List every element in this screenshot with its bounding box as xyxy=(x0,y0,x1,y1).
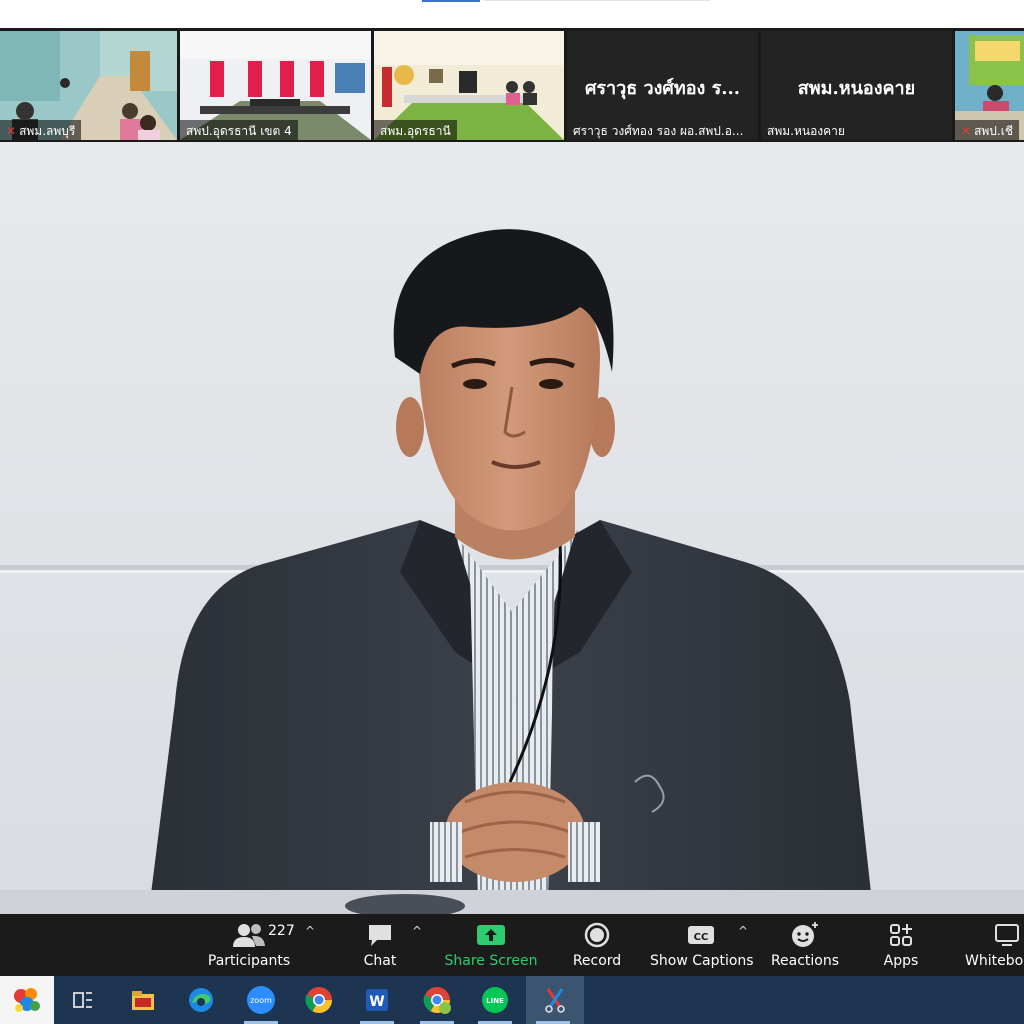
participant-name-tag: สพม.อุดรธานี xyxy=(374,120,457,140)
gallery-thumbnail-strip: ✕ สพม.ลพบุรี สพป.อุดรธานี เขต 4 สพม.อุดร… xyxy=(0,28,1024,142)
thumbnail-participant-2[interactable]: สพป.อุดรธานี เขต 4 xyxy=(180,31,371,140)
edge-button[interactable] xyxy=(174,976,228,1024)
active-speaker-video xyxy=(0,142,1024,914)
tab-divider xyxy=(484,0,710,1)
participants-label: Participants xyxy=(207,953,291,969)
show-captions-label: Show Captions xyxy=(650,953,754,969)
mic-muted-icon: ✕ xyxy=(961,124,972,138)
whiteboard-button[interactable]: Whiteboa xyxy=(962,920,1024,974)
record-label: Record xyxy=(572,953,622,969)
reactions-label: Reactions xyxy=(770,953,840,969)
meeting-toolbar: Participants 227 ^ Chat ^ Share Screen R… xyxy=(0,914,1024,976)
word-icon: W xyxy=(366,989,388,1011)
chrome-profile-button[interactable] xyxy=(410,976,464,1024)
reactions-icon xyxy=(792,922,818,947)
apps-label: Apps xyxy=(883,953,919,969)
task-view-button[interactable] xyxy=(56,976,110,1024)
file-explorer-button[interactable] xyxy=(116,976,170,1024)
chrome-button[interactable] xyxy=(292,976,346,1024)
start-logo-icon xyxy=(14,988,40,1012)
file-explorer-icon xyxy=(132,991,154,1010)
chat-label: Chat xyxy=(363,953,397,969)
edge-icon xyxy=(189,988,213,1012)
active-tab-indicator xyxy=(422,0,480,2)
chat-icon xyxy=(369,925,391,946)
whiteboard-label: Whiteboa xyxy=(965,953,1024,969)
participant-name-tag: ✕ สพป.เชี xyxy=(955,120,1019,140)
participant-name-tag: ✕ สพม.ลพบุรี xyxy=(0,120,82,140)
apps-button[interactable]: Apps xyxy=(878,920,924,974)
windows-taskbar: zoom W LINE xyxy=(0,976,1024,1024)
task-view-icon xyxy=(73,992,92,1008)
line-icon: LINE xyxy=(482,987,508,1013)
line-button[interactable]: LINE xyxy=(468,976,522,1024)
show-captions-button[interactable]: CC Show Captions xyxy=(650,920,754,974)
speaker-scene xyxy=(0,142,1024,914)
participant-name: สพม.อุดรธานี xyxy=(380,124,451,138)
zoom-icon: zoom xyxy=(247,986,275,1014)
record-icon xyxy=(584,922,610,948)
apps-icon xyxy=(890,924,912,946)
share-screen-button[interactable]: Share Screen xyxy=(444,920,538,974)
thumbnail-participant-4[interactable]: ศราวุธ วงศ์ทอง ร... ศราวุธ วงศ์ทอง รอง ผ… xyxy=(567,31,758,140)
zoom-button[interactable]: zoom xyxy=(234,976,288,1024)
participant-name: สพม.ลพบุรี xyxy=(19,124,76,138)
participants-count: 227 xyxy=(268,923,295,939)
thumbnail-participant-3[interactable]: สพม.อุดรธานี xyxy=(374,31,564,140)
chat-options-caret[interactable]: ^ xyxy=(412,924,422,938)
participant-name-tag: ศราวุธ วงศ์ทอง รอง ผอ.สพป.อ... xyxy=(567,120,749,140)
participant-name: สพป.อุดรธานี เขต 4 xyxy=(186,124,292,138)
participant-name: สพป.เชี xyxy=(974,124,1013,138)
participant-name-tag: สพป.อุดรธานี เขต 4 xyxy=(180,120,298,140)
captions-icon: CC xyxy=(688,926,714,944)
chrome-icon xyxy=(305,987,333,1014)
line-icon-text: LINE xyxy=(486,997,504,1005)
share-screen-icon xyxy=(477,925,505,945)
participants-icon xyxy=(233,924,265,947)
captions-options-caret[interactable]: ^ xyxy=(738,924,748,938)
word-button[interactable]: W xyxy=(350,976,404,1024)
participant-name: สพม.หนองคาย xyxy=(767,124,845,138)
chrome-profile-icon xyxy=(423,987,451,1014)
snipping-tool-button[interactable] xyxy=(526,976,584,1024)
participant-name-tag: สพม.หนองคาย xyxy=(761,120,851,140)
start-button[interactable] xyxy=(0,976,54,1024)
thumbnail-participant-5[interactable]: สพม.หนองคาย สพม.หนองคาย xyxy=(761,31,952,140)
snipping-tool-icon xyxy=(545,988,565,1013)
participant-display-name: ศราวุธ วงศ์ทอง ร... xyxy=(584,78,741,99)
svg-text:CC: CC xyxy=(694,932,709,943)
whiteboard-icon xyxy=(995,924,1019,946)
chat-button[interactable]: Chat xyxy=(356,920,404,974)
participant-display-name: สพม.หนองคาย xyxy=(797,78,916,99)
thumbnail-participant-6[interactable]: ✕ สพป.เชี xyxy=(955,31,1024,140)
top-window-strip xyxy=(0,0,1024,28)
participants-options-caret[interactable]: ^ xyxy=(305,924,315,938)
word-icon-text: W xyxy=(369,994,384,1010)
zoom-icon-text: zoom xyxy=(250,996,272,1005)
share-screen-label: Share Screen xyxy=(444,953,538,969)
participant-name: ศราวุธ วงศ์ทอง รอง ผอ.สพป.อ... xyxy=(573,124,744,138)
reactions-button[interactable]: Reactions xyxy=(770,920,840,974)
record-button[interactable]: Record xyxy=(568,920,626,974)
thumbnail-participant-1[interactable]: ✕ สพม.ลพบุรี xyxy=(0,31,177,140)
mic-muted-icon: ✕ xyxy=(6,124,17,138)
